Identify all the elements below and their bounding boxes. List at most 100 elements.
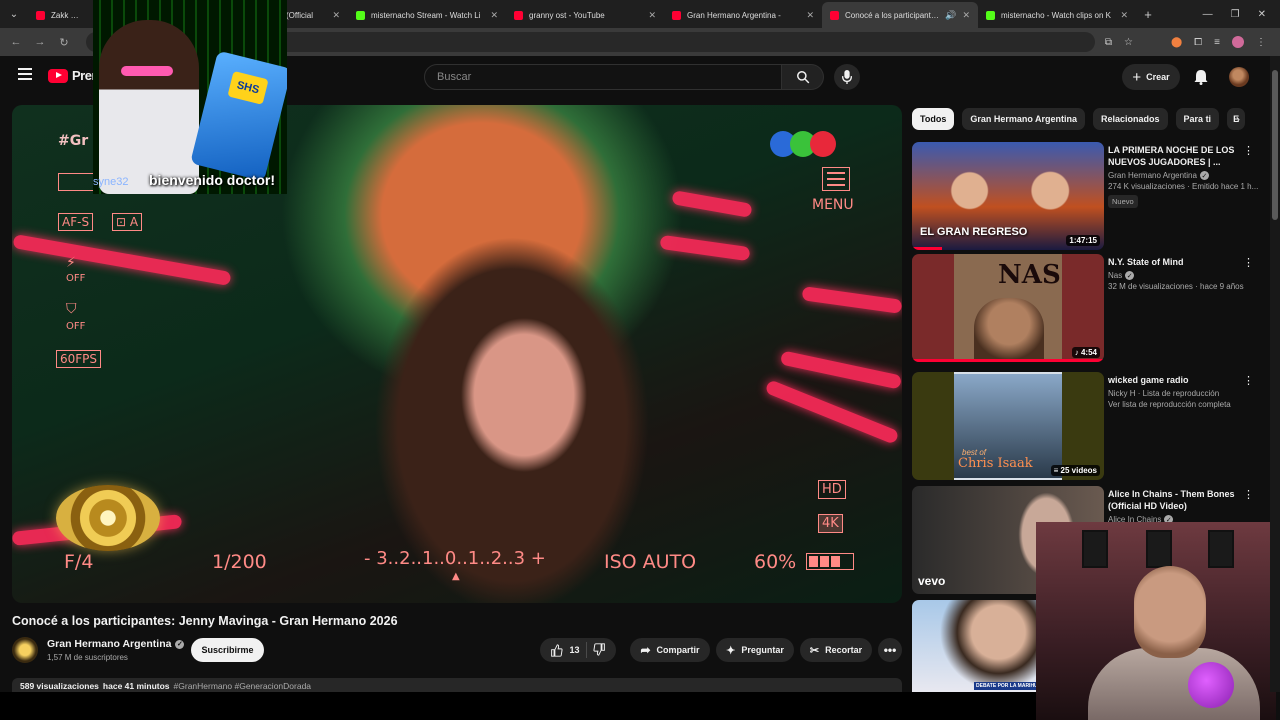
subscribe-button[interactable]: Suscribirme [191,638,264,662]
video-hashtags[interactable]: #GranHermano #GeneracionDorada [174,681,312,691]
close-icon[interactable]: ✕ [806,10,814,21]
close-icon[interactable]: ✕ [648,10,656,21]
search-button[interactable] [782,64,824,90]
clip-label: Recortar [825,645,863,655]
video-title[interactable]: N.Y. State of Mind [1108,256,1258,268]
tab-gran-hermano[interactable]: Gran Hermano Argentina - ✕ [664,2,822,28]
channel-name[interactable]: Gran Hermano Argentina [1108,171,1197,180]
battery-icon [806,553,854,570]
search-icon [796,71,809,84]
ask-button[interactable]: ✦ Preguntar [716,638,794,662]
channel-line: Gran Hermano Argentina ✓ [1108,171,1258,180]
recommendation-item[interactable]: best of Chris Isaak ≡ 25 videos wicked g… [912,372,1262,482]
extension-icon[interactable]: ⬤ [1171,37,1182,48]
menu-icon[interactable] [18,68,32,80]
minimize-icon[interactable]: — [1203,9,1213,20]
reload-icon[interactable]: ↻ [52,36,76,49]
video-title[interactable]: Alice In Chains - Them Bones (Official H… [1108,488,1258,512]
share-button[interactable]: ➦ Compartir [630,638,710,662]
more-options-icon[interactable]: ⋮ [1243,256,1254,269]
exposure-pointer-icon: ▲ [452,571,460,582]
video-meta: Alice In Chains - Them Bones (Official H… [1108,488,1258,524]
channel-name[interactable]: Gran Hermano Argentina ✓ [47,638,185,650]
more-options-icon[interactable]: ⋮ [1243,488,1254,501]
channel-name[interactable]: Nas [1108,271,1122,280]
install-icon[interactable]: ⧉ [1105,37,1112,48]
more-options-icon[interactable]: ⋮ [1243,374,1254,387]
neon-stripe [659,234,751,262]
recommendation-item[interactable]: EL GRAN REGRESO 1:47:15 LA PRIMERA NOCHE… [912,142,1262,252]
account-avatar[interactable] [1229,67,1249,87]
video-title[interactable]: LA PRIMERA NOCHE DE LOS NUEVOS JUGADORES… [1108,144,1258,168]
voice-search-button[interactable] [834,64,860,90]
chip-gran-hermano[interactable]: Gran Hermano Argentina [962,108,1086,130]
neon-stripe [12,234,232,286]
channel-logo [770,131,836,157]
bell-icon [1194,70,1208,85]
dislike-button[interactable] [592,642,606,658]
video-thumbnail[interactable]: NAS ♪ 4:54 [912,254,1104,362]
back-icon[interactable]: ← [4,36,28,48]
tab-search-icon[interactable]: ≡ [1214,37,1220,48]
tab-zakk-sabbath[interactable]: Zakk Sabbath [28,2,90,28]
forward-icon[interactable]: → [28,36,52,48]
tab-title: granny ost - YouTube [529,10,605,20]
clip-button[interactable]: ✂ Recortar [800,638,872,662]
thumbnail-text: NAS [998,260,1061,290]
more-options-icon[interactable]: ⋮ [1243,144,1254,157]
more-actions-button[interactable]: ••• [878,638,902,662]
like-button[interactable]: 13 [550,643,580,657]
audio-icon[interactable]: 🔊 [945,10,956,21]
close-icon[interactable]: ✕ [962,10,970,21]
verified-icon: ✓ [175,639,185,649]
profile-avatar-icon[interactable] [1232,36,1244,48]
create-button[interactable]: + Crear [1122,64,1180,90]
close-icon[interactable]: ✕ [1120,10,1128,21]
metering-icon: ⊡ [116,215,130,229]
playlist-title[interactable]: wicked game radio [1108,374,1258,386]
search-input[interactable] [437,71,781,83]
neon-stripe [764,379,900,445]
recommendation-item[interactable]: NAS ♪ 4:54 N.Y. State of Mind Nas ✓ 32 M… [912,254,1262,364]
page-scrollbar[interactable] [1270,56,1280,692]
like-count: 13 [569,645,580,655]
more-horizontal-icon: ••• [883,643,897,657]
close-window-icon[interactable]: ✕ [1258,9,1266,20]
new-tab-button[interactable]: + [1136,7,1160,22]
verified-icon: ✓ [1199,171,1209,180]
restore-icon[interactable]: ❐ [1231,9,1240,20]
bookmark-star-icon[interactable]: ☆ [1124,37,1133,48]
tab-misternacho-stream[interactable]: misternacho Stream - Watch Li ✕ [348,2,506,28]
close-icon[interactable]: ✕ [332,10,340,21]
streamer-webcam [1036,522,1276,720]
share-icon: ➦ [640,643,651,657]
tab-misternacho-clips[interactable]: misternacho - Watch clips on K ✕ [978,2,1136,28]
view-playlist-link[interactable]: Ver lista de reproducción completa [1108,400,1258,409]
chevron-right-icon[interactable]: › [1236,112,1240,126]
scrollbar-thumb[interactable] [1272,70,1278,220]
osd-metering-label: A [129,215,139,229]
more-menu-icon[interactable]: ⋮ [1256,37,1266,48]
video-thumbnail[interactable]: EL GRAN REGRESO 1:47:15 [912,142,1104,250]
osd-metering: ⊡ A [112,213,143,231]
watch-progress [912,247,942,250]
close-icon[interactable]: ✕ [490,10,498,21]
channel-avatar[interactable] [12,637,38,663]
chip-relacionados[interactable]: Relacionados [1093,108,1168,130]
video-meta: N.Y. State of Mind Nas ✓ 32 M de visuali… [1108,256,1258,291]
duration-badge: ♪ 4:54 [1071,347,1100,358]
chip-todos[interactable]: Todos [912,108,955,130]
chip-para-ti[interactable]: Para ti [1175,108,1220,130]
playlist-thumbnail[interactable]: best of Chris Isaak ≡ 25 videos [912,372,1104,480]
upload-age: hace 41 minutos [102,681,170,691]
extensions-puzzle-icon[interactable]: ⧠ [1194,37,1202,48]
osd-off-1: OFF [66,273,86,284]
osd-4k: 4K [818,514,843,533]
playlist-count-badge: ≡ 25 videos [1050,465,1100,476]
notifications-button[interactable] [1192,68,1210,86]
tab-conoce-participantes[interactable]: Conocé a los participantes 🔊 ✕ [822,2,978,28]
tab-search-icon[interactable]: ⌄ [0,0,28,28]
plus-icon: + [1132,68,1142,86]
tab-granny-ost[interactable]: granny ost - YouTube ✕ [506,2,664,28]
osd-menu-label: MENU [812,197,854,213]
